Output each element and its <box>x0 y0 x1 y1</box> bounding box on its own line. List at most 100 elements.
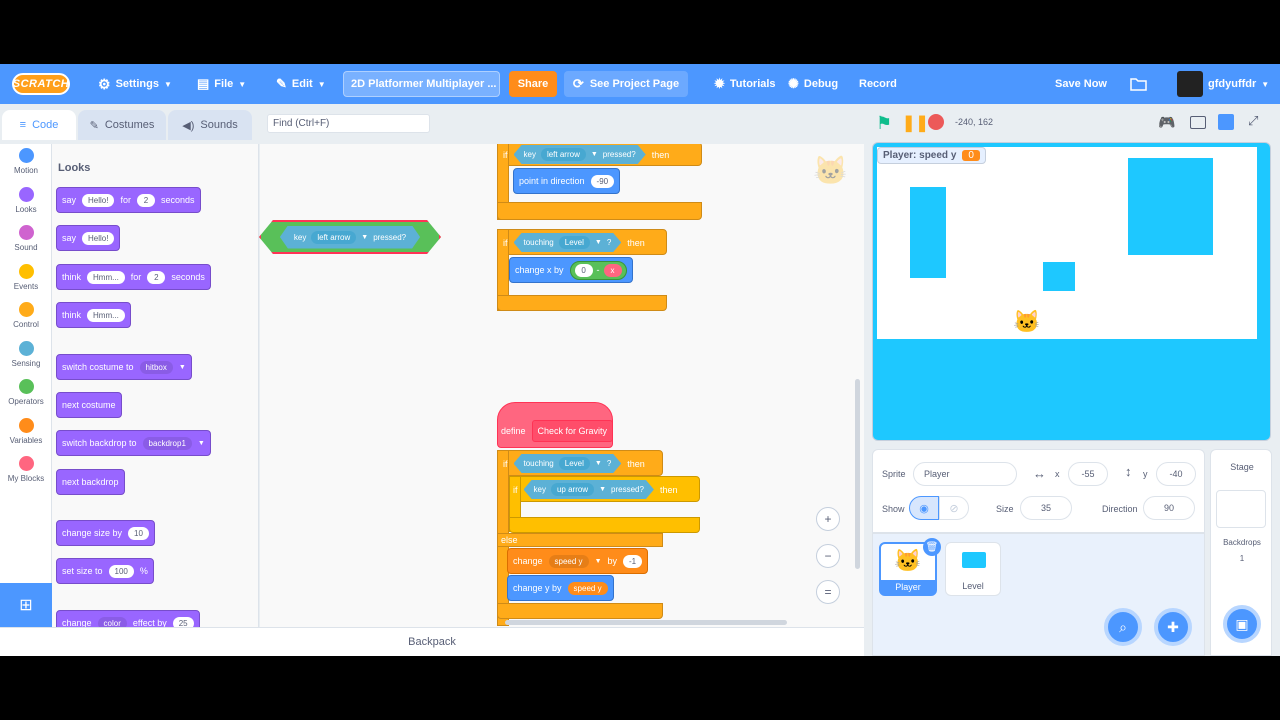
category-operators[interactable]: Operators <box>0 379 52 406</box>
script-if-left-arrow[interactable]: if key left arrow ▼ pressed? then point in … <box>497 144 702 220</box>
username: gfdyuffdr <box>1208 78 1257 90</box>
show-visible-icon[interactable]: ◉ <box>909 496 939 520</box>
block-switch-backdrop[interactable]: switch backdrop to backdrop1 ▼ <box>56 430 211 456</box>
gamepad-icon[interactable]: 🎮 <box>1158 114 1175 131</box>
block-next-costume[interactable]: next costume <box>56 392 122 418</box>
sensing-key-pressed[interactable]: key left arrow ▼ pressed? <box>514 145 646 164</box>
backdrops-count: 1 <box>1239 554 1245 563</box>
save-now-label: Save Now <box>1055 78 1107 90</box>
chevron-down-icon: ▼ <box>317 79 326 89</box>
scripts-area[interactable]: if key left arrow ▼ pressed? then point in … <box>260 144 864 627</box>
add-sprite-icon[interactable]: ✚ <box>1154 608 1192 646</box>
record-button[interactable]: Record <box>859 64 897 104</box>
green-flag-icon[interactable]: ⚑ <box>876 113 892 134</box>
player-sprite-icon: 🐱 <box>1013 309 1041 334</box>
small-stage-icon[interactable] <box>1190 116 1206 129</box>
block-switch-costume[interactable]: switch costume to hitbox ▼ <box>56 354 192 380</box>
zoom-out-icon[interactable]: − <box>816 544 840 568</box>
x-input[interactable]: -55 <box>1068 462 1108 486</box>
block-change-effect[interactable]: change color effect by 25 <box>56 610 200 627</box>
sprite-thumb-level[interactable]: Level <box>945 542 1001 596</box>
add-backdrop-icon[interactable]: ▣ <box>1223 605 1261 643</box>
sprite-info-panel: Sprite Player ↔ x -55 ↕ y -40 Show ◉ ⊘ S… <box>872 449 1205 533</box>
share-button[interactable]: Share <box>509 71 557 97</box>
horizontal-scrollbar[interactable] <box>505 620 787 625</box>
tab-sounds[interactable]: ◀) Sounds <box>168 110 252 140</box>
delete-sprite-icon[interactable]: 🗑 <box>923 538 941 556</box>
size-input[interactable]: 35 <box>1020 496 1072 520</box>
block-point-in-direction[interactable]: point in direction -90 <box>513 168 621 194</box>
tutorials-label: Tutorials <box>729 78 776 90</box>
file-label: File <box>214 78 234 90</box>
account-menu[interactable]: gfdyuffdr ▼ <box>1177 64 1269 104</box>
file-menu[interactable]: ▤ File ▼ <box>197 64 246 104</box>
level-tile <box>910 187 946 278</box>
tab-code[interactable]: ≡ Code <box>2 110 76 140</box>
dragged-operator-block[interactable]: key left arrow ▼ pressed? <box>259 220 441 254</box>
script-if-touching-level[interactable]: if touching Level ▼? then change x by 0-x <box>497 229 667 311</box>
record-label: Record <box>859 78 897 90</box>
level-sprite-icon <box>962 552 986 568</box>
mouse-coords: -240, 162 <box>955 117 994 127</box>
y-label: y <box>1143 469 1148 479</box>
normal-stage-icon[interactable] <box>1218 114 1234 130</box>
backdrops-label: Backdrops <box>1223 538 1261 547</box>
sprite-thumb-player[interactable]: 🐱 Player 🗑 <box>879 538 941 596</box>
sprite-name-input[interactable]: Player <box>913 462 1017 486</box>
pause-icon[interactable]: ❚❚ <box>902 113 929 133</box>
vertical-scrollbar[interactable] <box>855 379 860 569</box>
direction-label: Direction <box>1102 504 1138 514</box>
add-extension-button[interactable]: ⊞ <box>0 583 52 627</box>
tab-costumes-label: Costumes <box>104 119 155 131</box>
block-set-size[interactable]: set size to 100% <box>56 558 154 584</box>
stage-canvas[interactable]: 🐱 Player: speed y0 <box>872 142 1271 441</box>
block-change-x-by[interactable]: change x by 0-x <box>509 257 633 283</box>
category-control[interactable]: Control <box>0 302 52 329</box>
script-define-check-for-gravity[interactable]: define Check for Gravity if touching Leve… <box>497 396 702 626</box>
my-stuff-folder-icon[interactable] <box>1130 64 1147 104</box>
zoom-in-icon[interactable]: + <box>816 507 840 531</box>
category-sensing[interactable]: Sensing <box>0 341 52 368</box>
debug-label: Debug <box>803 78 839 90</box>
save-now-button[interactable]: Save Now <box>1055 64 1107 104</box>
edit-menu[interactable]: ✎ Edit ▼ <box>276 64 326 104</box>
direction-input[interactable]: 90 <box>1143 496 1195 520</box>
block-change-y-by[interactable]: change y by speed y <box>507 575 614 601</box>
settings-menu[interactable]: ⚙ Settings ▼ <box>98 64 172 104</box>
y-arrows-icon: ↕ <box>1125 464 1132 479</box>
edit-label: Edit <box>291 78 313 90</box>
stop-icon[interactable] <box>928 114 944 130</box>
category-looks[interactable]: Looks <box>0 187 52 214</box>
show-hidden-icon[interactable]: ⊘ <box>939 496 969 520</box>
block-next-backdrop[interactable]: next backdrop <box>56 469 125 495</box>
category-sound[interactable]: Sound <box>0 225 52 252</box>
backpack[interactable]: Backpack <box>0 627 864 656</box>
proc-name: Check for Gravity <box>531 420 614 442</box>
search-sprite-icon[interactable]: ⌕ <box>1104 608 1142 646</box>
block-think-for-seconds[interactable]: think Hmm... for 2 seconds <box>56 264 211 290</box>
project-title-input[interactable]: 2D Platformer Multiplayer ... <box>343 71 500 97</box>
category-events[interactable]: Events <box>0 264 52 291</box>
tutorials-button[interactable]: ✹ Tutorials <box>714 64 776 104</box>
block-change-size[interactable]: change size by 10 <box>56 520 155 546</box>
block-think[interactable]: think Hmm... <box>56 302 131 328</box>
category-my-blocks[interactable]: My Blocks <box>0 456 52 483</box>
block-say[interactable]: say Hello! <box>56 225 121 251</box>
chevron-down-icon: ▼ <box>238 79 247 89</box>
code-icon: ≡ <box>19 119 27 131</box>
y-input[interactable]: -40 <box>1156 462 1196 486</box>
scratch-logo[interactable]: SCRATCH <box>12 73 70 95</box>
block-change-speed-y[interactable]: change speed y ▼ by -1 <box>507 548 649 574</box>
gear-icon: ⚙ <box>98 75 111 92</box>
find-input[interactable]: Find (Ctrl+F) <box>267 114 430 133</box>
size-label: Size <box>996 504 1014 514</box>
stage-selector[interactable]: Stage Backdrops 1 ▣ <box>1210 449 1272 656</box>
tab-costumes[interactable]: ✎ Costumes <box>78 110 166 140</box>
category-motion[interactable]: Motion <box>0 148 52 175</box>
block-say-for-seconds[interactable]: say Hello! for 2 seconds <box>56 187 201 213</box>
category-variables[interactable]: Variables <box>0 418 52 445</box>
debug-button[interactable]: ✺ Debug <box>788 64 838 104</box>
see-project-page-button[interactable]: ⟳ See Project Page <box>564 71 688 97</box>
zoom-reset-icon[interactable]: = <box>816 580 840 604</box>
fullscreen-icon[interactable]: ⤢ <box>1248 113 1258 129</box>
